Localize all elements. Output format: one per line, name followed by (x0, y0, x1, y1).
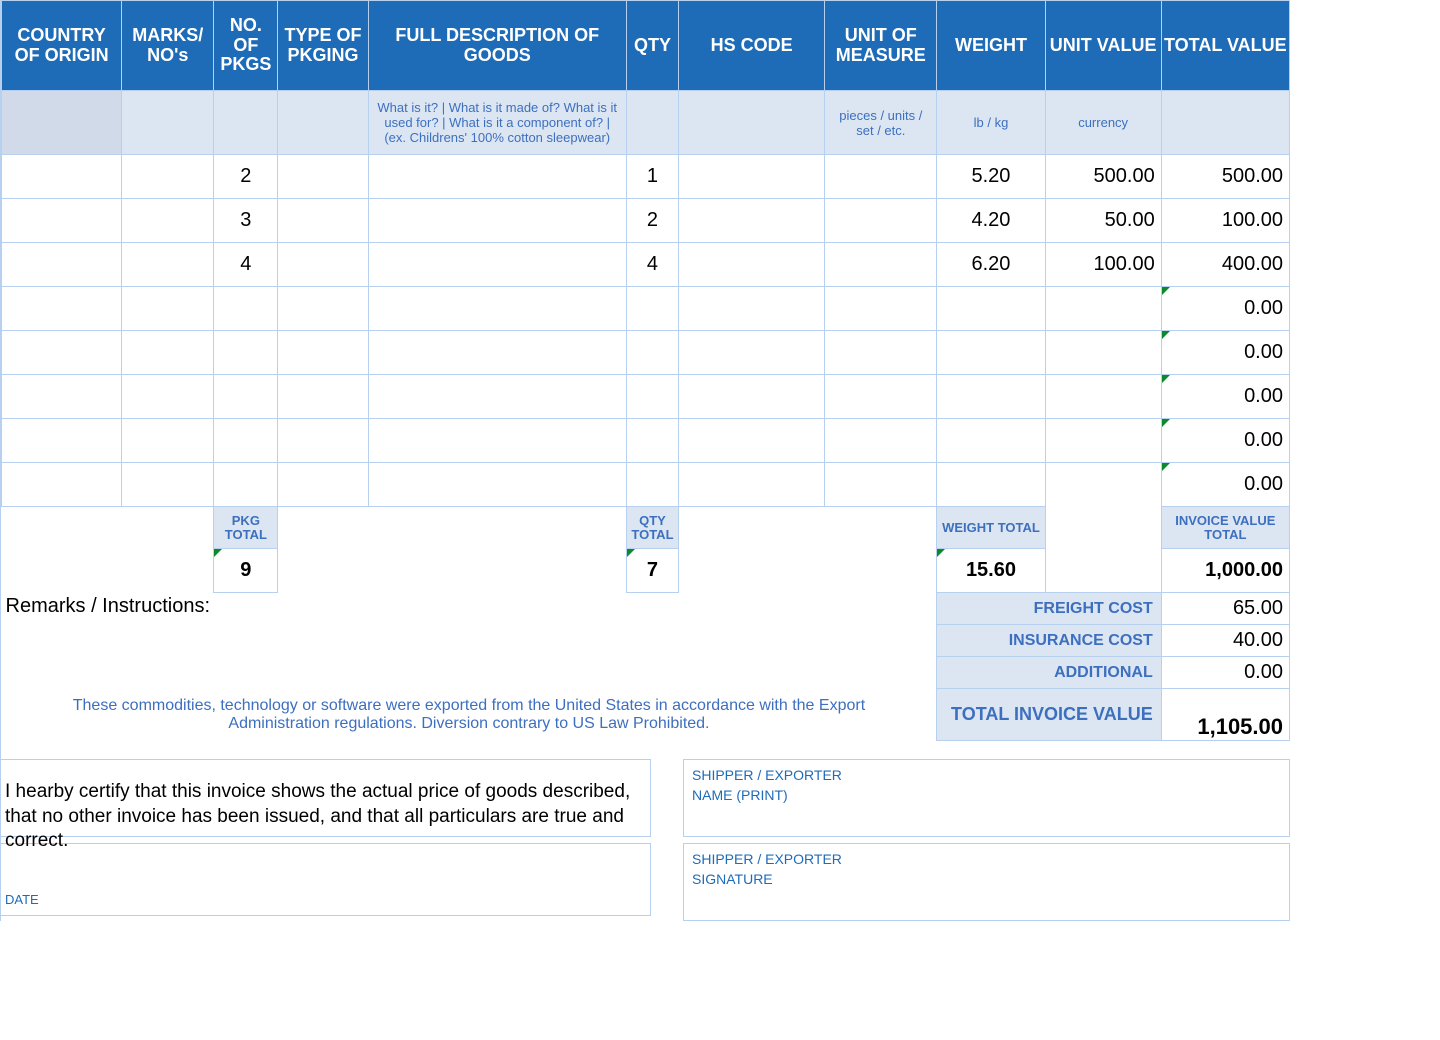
formula-marker-icon (1162, 331, 1170, 339)
col-qty: QTY (626, 1, 678, 91)
export-disclaimer: These commodities, technology or softwar… (2, 689, 937, 741)
date-box[interactable]: DATE (1, 843, 651, 916)
table-row: 0.00 (2, 375, 1290, 419)
cell-tv[interactable]: 500.00 (1161, 155, 1289, 199)
signature-section: I hearby certify that this invoice shows… (1, 759, 1290, 921)
inv-total-value: 1,000.00 (1161, 549, 1289, 593)
cell-pkgs[interactable]: 2 (214, 155, 278, 199)
formula-marker-icon (214, 549, 222, 557)
remarks-label: Remarks / Instructions: (2, 593, 937, 618)
total-invoice-label: TOTAL INVOICE VALUE (937, 689, 1161, 741)
table-row: 0.00 (2, 331, 1290, 375)
col-pkgs: NO. OF PKGS (214, 1, 278, 91)
formula-marker-icon (627, 549, 635, 557)
hint-uv: currency (1045, 91, 1161, 155)
hint-row: What is it? | What is it made of? What i… (2, 91, 1290, 155)
col-weight: WEIGHT (937, 1, 1045, 91)
col-tv: TOTAL VALUE (1161, 1, 1289, 91)
shipper-sig-label-2: SIGNATURE (692, 870, 1281, 890)
cell-uv[interactable]: 500.00 (1045, 155, 1161, 199)
freight-row: Remarks / Instructions: FREIGHT COST 65.… (2, 593, 1290, 625)
formula-marker-icon (1162, 375, 1170, 383)
col-country: COUNTRY OF ORIGIN (2, 1, 122, 91)
qty-total-value: 7 (626, 549, 678, 593)
table-row: 0.00 (2, 287, 1290, 331)
table-row: 0.00 (2, 463, 1290, 507)
additional-value[interactable]: 0.00 (1161, 657, 1289, 689)
col-uv: UNIT VALUE (1045, 1, 1161, 91)
line-items-table: COUNTRY OF ORIGIN MARKS/ NO's NO. OF PKG… (1, 0, 1290, 741)
table-row: 3 2 4.20 50.00 100.00 (2, 199, 1290, 243)
shipper-signature-box[interactable]: SHIPPER / EXPORTER SIGNATURE (683, 843, 1290, 921)
shipper-sig-label-1: SHIPPER / EXPORTER (692, 850, 1281, 870)
weight-total-label: WEIGHT TOTAL (937, 507, 1045, 549)
freight-label: FREIGHT COST (937, 593, 1161, 625)
commercial-invoice-sheet: COUNTRY OF ORIGIN MARKS/ NO's NO. OF PKG… (0, 0, 1290, 921)
pkg-total-label: PKG TOTAL (214, 507, 278, 549)
insurance-label: INSURANCE COST (937, 625, 1161, 657)
date-label: DATE (5, 892, 39, 907)
col-uom: UNIT OF MEASURE (825, 1, 937, 91)
col-hs: HS CODE (679, 1, 825, 91)
freight-value[interactable]: 65.00 (1161, 593, 1289, 625)
hint-uom: pieces / units / set / etc. (825, 91, 937, 155)
shipper-name-label-2: NAME (PRINT) (692, 786, 1281, 806)
formula-marker-icon (1162, 419, 1170, 427)
inv-total-label: INVOICE VALUE TOTAL (1161, 507, 1289, 549)
pkg-total-value: 9 (214, 549, 278, 593)
shipper-name-label-1: SHIPPER / EXPORTER (692, 766, 1281, 786)
cell-weight[interactable]: 5.20 (937, 155, 1045, 199)
col-marks: MARKS/ NO's (122, 1, 214, 91)
col-desc: FULL DESCRIPTION OF GOODS (368, 1, 626, 91)
table-row: 2 1 5.20 500.00 500.00 (2, 155, 1290, 199)
formula-marker-icon (1162, 287, 1170, 295)
table-row: 4 4 6.20 100.00 400.00 (2, 243, 1290, 287)
col-pkging: TYPE OF PKGING (278, 1, 368, 91)
hint-weight: lb / kg (937, 91, 1045, 155)
header-row: COUNTRY OF ORIGIN MARKS/ NO's NO. OF PKG… (2, 1, 1290, 91)
additional-label: ADDITIONAL (937, 657, 1161, 689)
hint-desc: What is it? | What is it made of? What i… (368, 91, 626, 155)
formula-marker-icon (1162, 463, 1170, 471)
weight-total-value: 15.60 (937, 549, 1045, 593)
insurance-value[interactable]: 40.00 (1161, 625, 1289, 657)
cell-qty[interactable]: 1 (626, 155, 678, 199)
table-row: 0.00 (2, 419, 1290, 463)
shipper-name-box[interactable]: SHIPPER / EXPORTER NAME (PRINT) (683, 759, 1290, 837)
formula-marker-icon (937, 549, 945, 557)
qty-total-label: QTY TOTAL (626, 507, 678, 549)
total-invoice-value: 1,105.00 (1161, 689, 1289, 741)
certification-text: I hearby certify that this invoice shows… (1, 759, 651, 837)
total-invoice-row: These commodities, technology or softwar… (2, 689, 1290, 741)
